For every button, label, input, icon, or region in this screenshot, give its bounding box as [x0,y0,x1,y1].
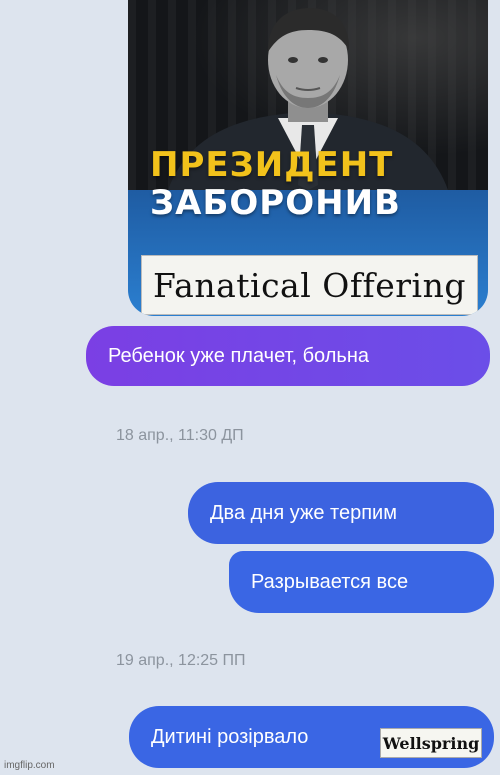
poster-title-line1: ПРЕЗИДЕНТ [150,145,394,185]
timestamp: 19 апр., 12:25 ПП [116,652,246,669]
message-bubble-received[interactable]: Ребенок уже плачет, больна [86,326,490,386]
image-message[interactable]: ПРЕЗИДЕНТ ЗАБОРОНИВ Fanatical Offering [128,0,488,316]
poster-title: ПРЕЗИДЕНТ ЗАБОРОНИВ [150,146,401,222]
poster-title-line2: ЗАБОРОНИВ [150,183,401,223]
caption-sticker: Wellspring [380,728,482,758]
message-bubble-sent[interactable]: Разрывается все [229,551,494,613]
timestamp: 18 апр., 11:30 ДП [116,427,244,444]
message-bubble-sent[interactable]: Два дня уже терпим [188,482,494,544]
chat-thread: ПРЕЗИДЕНТ ЗАБОРОНИВ Fanatical Offering Р… [0,0,500,775]
watermark: imgflip.com [4,760,55,771]
caption-sticker: Fanatical Offering [141,255,478,315]
